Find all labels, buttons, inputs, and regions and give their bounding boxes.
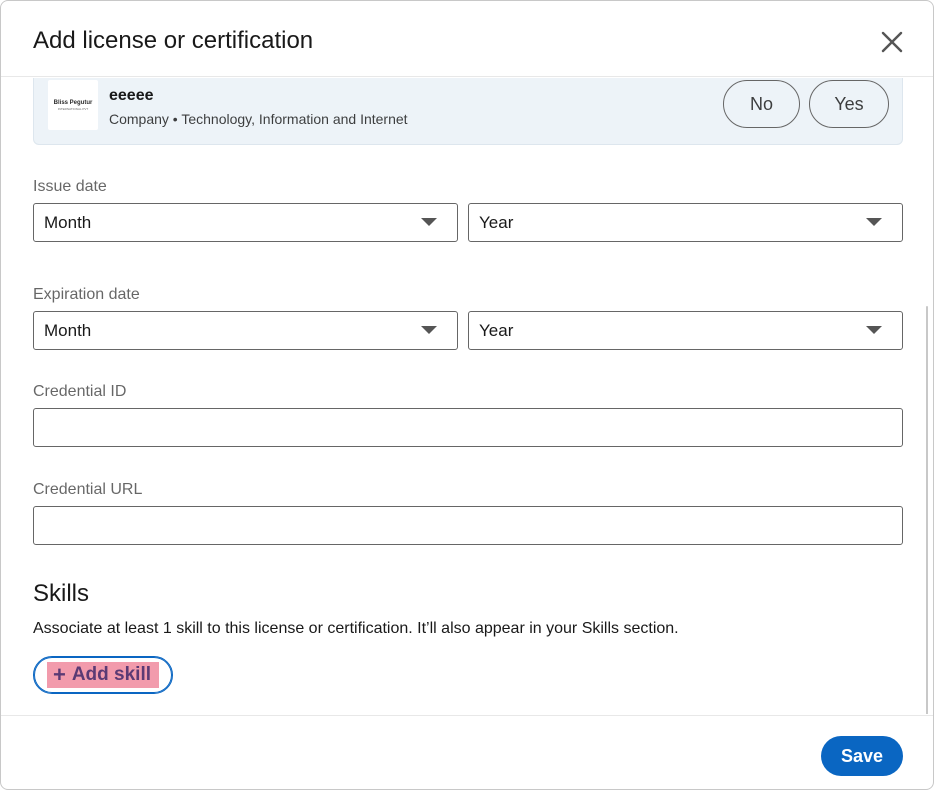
caret-down-icon: [866, 218, 882, 226]
issue-month-value: Month: [44, 212, 92, 232]
credential-url-input[interactable]: [33, 506, 903, 545]
expiration-month-select[interactable]: Month: [33, 311, 458, 350]
logo-subtext: INTERNATIONAL PVT: [57, 106, 89, 111]
yes-button[interactable]: Yes: [809, 80, 889, 128]
organization-name: eeeee: [109, 87, 154, 104]
plus-icon: +: [52, 662, 66, 687]
issue-year-select[interactable]: Year: [468, 203, 903, 242]
caret-down-icon: [421, 218, 437, 226]
caret-down-icon: [421, 326, 437, 334]
no-button[interactable]: No: [723, 80, 800, 128]
scrollbar[interactable]: [926, 306, 928, 714]
expiration-year-value: Year: [479, 320, 514, 340]
issue-year-value: Year: [479, 212, 514, 232]
credential-id-input[interactable]: [33, 408, 903, 447]
skills-description: Associate at least 1 skill to this licen…: [33, 620, 679, 637]
add-skill-highlight: + Add skill: [46, 662, 160, 688]
save-button[interactable]: Save: [821, 736, 903, 776]
dialog-header: Add license or certification: [1, 1, 933, 77]
expiration-month-value: Month: [44, 320, 92, 340]
close-icon: [881, 31, 903, 53]
dialog-content[interactable]: Bliss Pegutur INTERNATIONAL PVT eeeee Co…: [1, 78, 933, 714]
credential-url-label: Credential URL: [33, 481, 143, 498]
add-skill-label: Add skill: [71, 664, 152, 685]
organization-meta: Company • Technology, Information and In…: [109, 111, 408, 127]
dialog-title: Add license or certification: [33, 27, 314, 54]
add-license-dialog: Add license or certification Bliss Pegut…: [0, 0, 934, 790]
issue-date-label: Issue date: [33, 178, 107, 195]
skills-heading: Skills: [33, 580, 90, 607]
credential-id-label: Credential ID: [33, 383, 127, 400]
dialog-footer: Save: [1, 715, 933, 789]
close-button[interactable]: [875, 25, 909, 59]
caret-down-icon: [866, 326, 882, 334]
issue-month-select[interactable]: Month: [33, 203, 458, 242]
expiration-year-select[interactable]: Year: [468, 311, 903, 350]
expiration-date-label: Expiration date: [33, 286, 140, 303]
logo-text: Bliss Pegutur: [53, 99, 93, 106]
organization-card: Bliss Pegutur INTERNATIONAL PVT eeeee Co…: [33, 78, 903, 145]
company-logo: Bliss Pegutur INTERNATIONAL PVT: [48, 80, 98, 130]
add-skill-button[interactable]: + Add skill: [33, 656, 173, 694]
